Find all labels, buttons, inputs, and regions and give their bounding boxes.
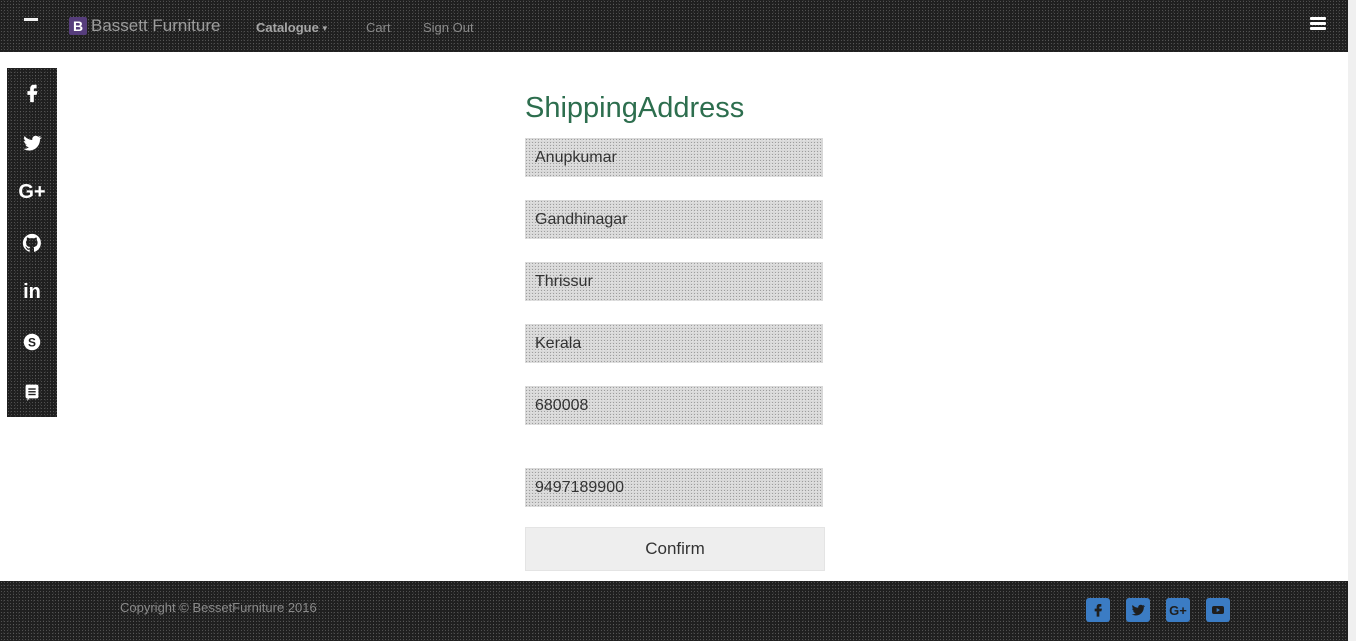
nav-cart-link[interactable]: Cart xyxy=(366,20,391,35)
twitter-icon[interactable] xyxy=(1126,598,1150,622)
linkedin-glyph: in xyxy=(23,280,41,303)
youtube-icon[interactable] xyxy=(1206,598,1230,622)
google-plus-icon[interactable]: G+ xyxy=(7,168,57,218)
pincode-field[interactable] xyxy=(525,386,823,425)
google-plus-icon[interactable]: G+ xyxy=(1166,598,1190,622)
state-field[interactable] xyxy=(525,324,823,363)
top-navbar: B Bassett Furniture Catalogue ▼ Cart Sign… xyxy=(0,0,1348,52)
hamburger-menu-icon[interactable] xyxy=(1310,17,1326,31)
address-field[interactable] xyxy=(525,200,823,239)
svg-text:S: S xyxy=(28,336,36,350)
nav-catalogue-label: Catalogue xyxy=(256,20,319,35)
footer-social-icons: G+ xyxy=(1086,598,1230,622)
name-field[interactable] xyxy=(525,138,823,177)
copyright-text: Copyright © BessetFurniture 2016 xyxy=(120,600,317,615)
brand-name: Bassett Furniture xyxy=(91,16,221,35)
google-plus-glyph: G+ xyxy=(18,181,46,204)
brand[interactable]: B Bassett Furniture xyxy=(69,16,220,36)
social-sidebar: G+ in S xyxy=(7,68,57,417)
vertical-scrollbar[interactable] xyxy=(1348,0,1356,641)
page-title: ShippingAddress xyxy=(525,92,745,124)
nav-sign-out-link[interactable]: Sign Out xyxy=(423,20,474,35)
google-plus-glyph: G+ xyxy=(1169,602,1187,618)
phone-field[interactable] xyxy=(525,468,823,507)
chevron-down-icon: ▼ xyxy=(320,24,329,34)
facebook-icon[interactable] xyxy=(1086,598,1110,622)
nav-catalogue-dropdown[interactable]: Catalogue ▼ xyxy=(256,20,329,35)
confirm-button[interactable]: Confirm xyxy=(525,527,825,571)
linkedin-icon[interactable]: in xyxy=(7,267,57,317)
skype-icon[interactable]: S xyxy=(7,317,57,367)
shipping-address-form: ShippingAddress Confirm xyxy=(525,88,825,571)
menu-toggle-icon[interactable] xyxy=(24,18,38,28)
note-icon[interactable] xyxy=(7,367,57,417)
facebook-icon[interactable] xyxy=(7,68,57,118)
brand-logo: B xyxy=(69,17,87,35)
github-icon[interactable] xyxy=(7,218,57,268)
footer: Copyright © BessetFurniture 2016 G+ xyxy=(0,581,1348,641)
twitter-icon[interactable] xyxy=(7,118,57,168)
city-field[interactable] xyxy=(525,262,823,301)
